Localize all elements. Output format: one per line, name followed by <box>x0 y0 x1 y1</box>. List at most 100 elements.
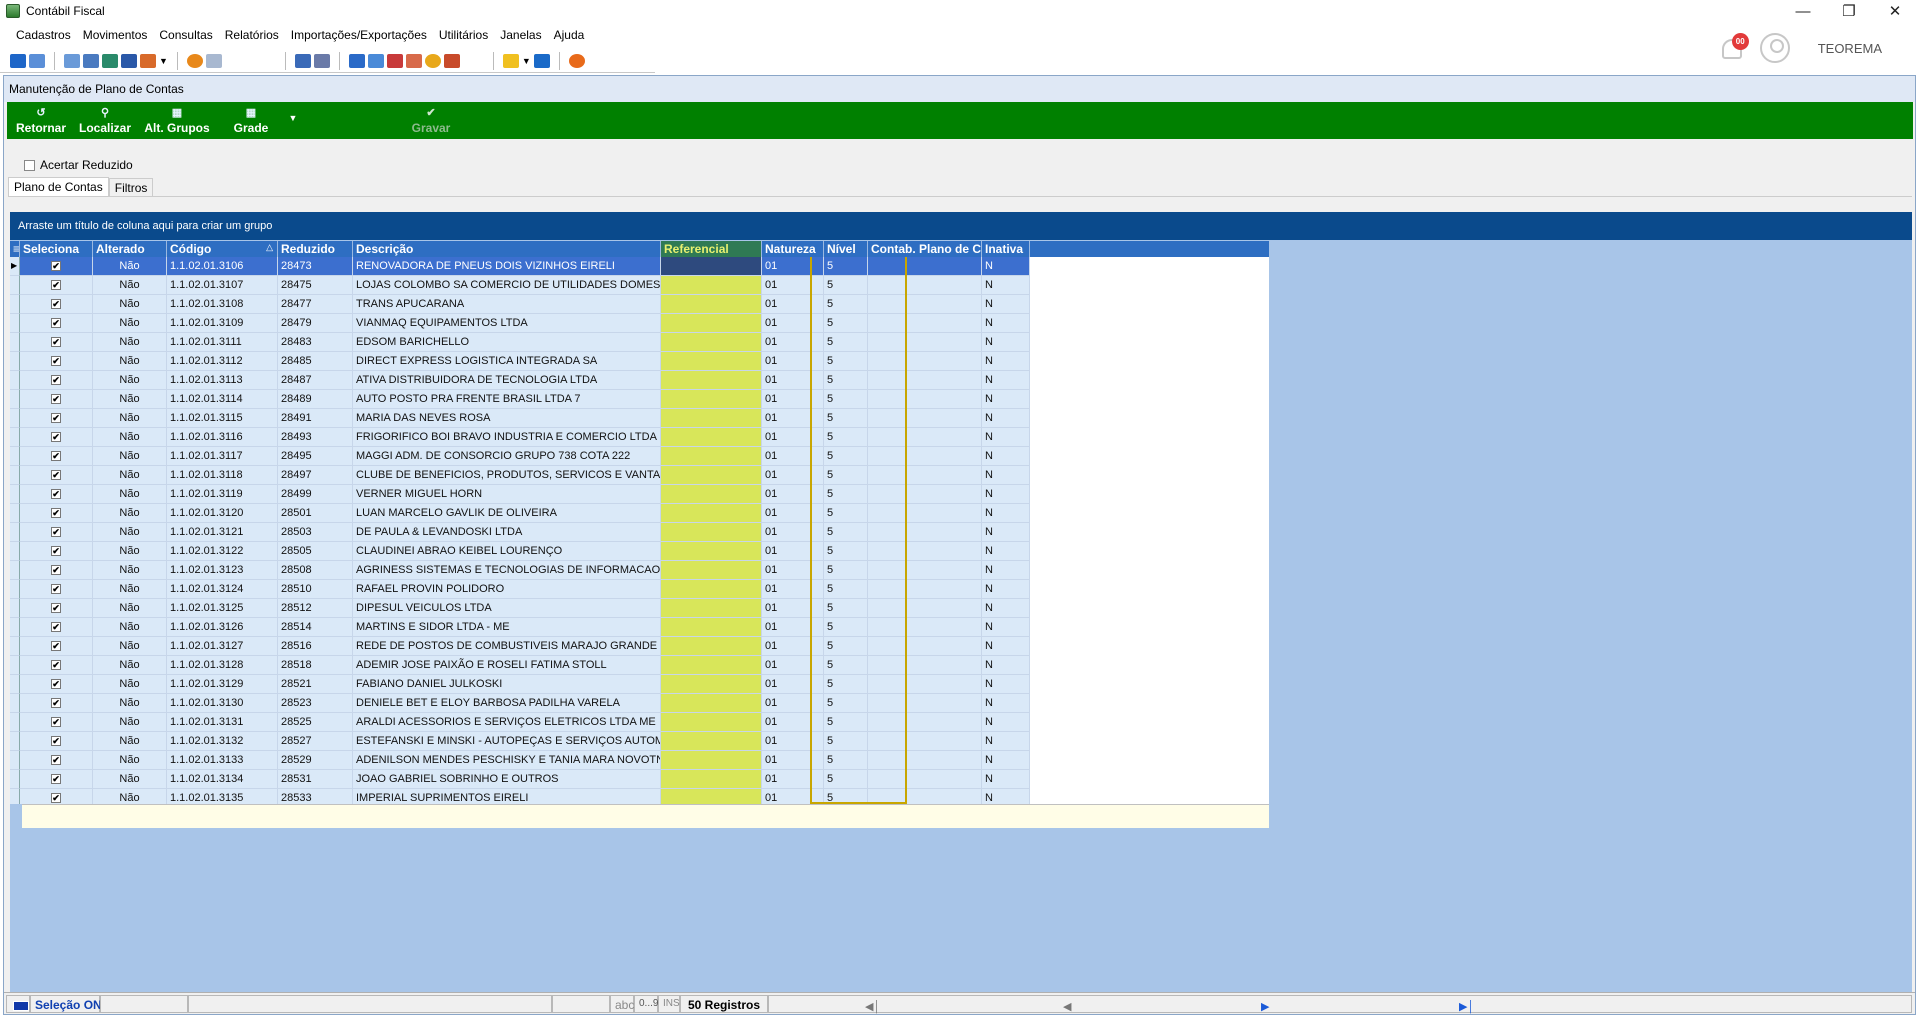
nivel-cell[interactable]: 5 <box>824 618 868 637</box>
row-indicator[interactable] <box>10 504 20 523</box>
descricao-cell[interactable]: LOJAS COLOMBO SA COMERCIO DE UTILIDADES … <box>353 276 661 295</box>
descricao-cell[interactable]: FRIGORIFICO BOI BRAVO INDUSTRIA E COMERC… <box>353 428 661 447</box>
row-indicator[interactable] <box>10 789 20 804</box>
inativa-cell[interactable]: N <box>982 276 1030 295</box>
table-row[interactable]: ✔ Não 1.1.02.01.3134 28531 JOAO GABRIEL SOBR… <box>10 770 1269 789</box>
natureza-cell[interactable]: 01 <box>762 295 824 314</box>
seleciona-checkbox[interactable]: ✔ <box>20 390 93 409</box>
contab-custo-cell[interactable] <box>868 751 982 770</box>
reduzido-cell[interactable]: 28531 <box>278 770 353 789</box>
table-row[interactable]: ✔ Não 1.1.02.01.3127 28516 REDE DE POSTOS DE… <box>10 637 1269 656</box>
inativa-cell[interactable]: N <box>982 428 1030 447</box>
nivel-cell[interactable]: 5 <box>824 751 868 770</box>
codigo-cell[interactable]: 1.1.02.01.3130 <box>167 694 278 713</box>
nivel-cell[interactable]: 5 <box>824 675 868 694</box>
nivel-cell[interactable]: 5 <box>824 314 868 333</box>
localizar-button[interactable]: ⚲ Localizar <box>75 102 135 139</box>
referencial-cell[interactable] <box>661 656 762 675</box>
referencial-cell[interactable] <box>661 732 762 751</box>
seleciona-checkbox[interactable]: ✔ <box>20 276 93 295</box>
table-row[interactable]: ✔ Não 1.1.02.01.3130 28523 DENIELE BET E ELO… <box>10 694 1269 713</box>
check-icon[interactable]: ✔ <box>51 546 61 556</box>
seleciona-checkbox[interactable]: ✔ <box>20 732 93 751</box>
prev-record-icon[interactable]: ◀ <box>1063 1000 1071 1013</box>
alterado-cell[interactable]: Não <box>93 656 167 675</box>
contab-custo-cell[interactable] <box>868 295 982 314</box>
descricao-cell[interactable]: ESTEFANSKI E MINSKI - AUTOPEÇAS E SERVIÇ… <box>353 732 661 751</box>
seleciona-checkbox[interactable]: ✔ <box>20 466 93 485</box>
row-indicator[interactable] <box>10 371 20 390</box>
reduzido-cell[interactable]: 28475 <box>278 276 353 295</box>
row-indicator[interactable] <box>10 447 20 466</box>
alterado-cell[interactable]: Não <box>93 333 167 352</box>
referencial-cell[interactable] <box>661 618 762 637</box>
descricao-cell[interactable]: AGRINESS SISTEMAS E TECNOLOGIAS DE INFOR… <box>353 561 661 580</box>
natureza-cell[interactable]: 01 <box>762 257 824 276</box>
contab-custo-cell[interactable] <box>868 466 982 485</box>
alterado-cell[interactable]: Não <box>93 580 167 599</box>
reduzido-cell[interactable]: 28499 <box>278 485 353 504</box>
check-icon[interactable]: ✔ <box>51 717 61 727</box>
reduzido-cell[interactable]: 28514 <box>278 618 353 637</box>
nivel-cell[interactable]: 5 <box>824 637 868 656</box>
referencial-cell[interactable] <box>661 542 762 561</box>
contab-custo-cell[interactable] <box>868 618 982 637</box>
nivel-cell[interactable]: 5 <box>824 770 868 789</box>
inativa-cell[interactable]: N <box>982 580 1030 599</box>
grid-icon[interactable] <box>205 54 222 68</box>
contab-custo-cell[interactable] <box>868 257 982 276</box>
codigo-cell[interactable]: 1.1.02.01.3111 <box>167 333 278 352</box>
check-icon[interactable]: ✔ <box>51 489 61 499</box>
menu-movimentos[interactable]: Movimentos <box>77 28 154 42</box>
descricao-cell[interactable]: ARALDI ACESSORIOS E SERVIÇOS ELETRICOS L… <box>353 713 661 732</box>
grade-button[interactable]: ▦ Grade <box>219 102 283 139</box>
table-row[interactable]: ▶ ✔ Não 1.1.02.01.3106 28473 RENOVADORA DE PN… <box>10 257 1269 276</box>
row-indicator[interactable] <box>10 409 20 428</box>
nivel-cell[interactable]: 5 <box>824 561 868 580</box>
alterado-cell[interactable]: Não <box>93 390 167 409</box>
inativa-cell[interactable]: N <box>982 770 1030 789</box>
descricao-cell[interactable]: DE PAULA & LEVANDOSKI LTDA <box>353 523 661 542</box>
alterado-cell[interactable]: Não <box>93 504 167 523</box>
descricao-cell[interactable]: JOAO GABRIEL SOBRINHO E OUTROS <box>353 770 661 789</box>
alterado-cell[interactable]: Não <box>93 732 167 751</box>
referencial-cell[interactable] <box>661 428 762 447</box>
check-icon[interactable]: ✔ <box>51 698 61 708</box>
contab-custo-cell[interactable] <box>868 447 982 466</box>
check-icon[interactable]: ✔ <box>51 527 61 537</box>
natureza-cell[interactable]: 01 <box>762 599 824 618</box>
referencial-cell[interactable] <box>661 770 762 789</box>
referencial-cell[interactable] <box>661 276 762 295</box>
check-icon[interactable]: ✔ <box>51 337 61 347</box>
natureza-cell[interactable]: 01 <box>762 656 824 675</box>
referencial-cell[interactable] <box>661 466 762 485</box>
inativa-cell[interactable]: N <box>982 504 1030 523</box>
header-codigo[interactable]: Código △ <box>167 241 278 257</box>
row-indicator[interactable] <box>10 713 20 732</box>
header-reduzido[interactable]: Reduzido <box>278 241 353 257</box>
table-row[interactable]: ✔ Não 1.1.02.01.3133 28529 ADENILSON MENDES … <box>10 751 1269 770</box>
last-record-icon[interactable]: ▶│ <box>1459 1000 1474 1013</box>
descricao-cell[interactable]: MARIA DAS NEVES ROSA <box>353 409 661 428</box>
nivel-cell[interactable]: 5 <box>824 542 868 561</box>
header-indicator[interactable]: ≡ <box>10 241 20 257</box>
seleciona-checkbox[interactable]: ✔ <box>20 637 93 656</box>
check-icon[interactable]: ✔ <box>51 736 61 746</box>
codigo-cell[interactable]: 1.1.02.01.3134 <box>167 770 278 789</box>
codigo-cell[interactable]: 1.1.02.01.3120 <box>167 504 278 523</box>
header-inativa[interactable]: Inativa <box>982 241 1030 257</box>
referencial-cell[interactable] <box>661 295 762 314</box>
codigo-cell[interactable]: 1.1.02.01.3132 <box>167 732 278 751</box>
clock-icon[interactable] <box>424 54 441 68</box>
check-icon[interactable]: ✔ <box>51 584 61 594</box>
dropdown-arrow-icon[interactable]: ▼ <box>522 56 531 66</box>
star-icon[interactable] <box>502 54 519 68</box>
referencial-cell[interactable] <box>661 789 762 804</box>
codigo-cell[interactable]: 1.1.02.01.3116 <box>167 428 278 447</box>
inativa-cell[interactable]: N <box>982 637 1030 656</box>
row-indicator[interactable] <box>10 751 20 770</box>
row-indicator[interactable] <box>10 352 20 371</box>
row-indicator[interactable] <box>10 295 20 314</box>
group-by-area[interactable]: Arraste um título de coluna aqui para cr… <box>10 212 1912 240</box>
alterado-cell[interactable]: Não <box>93 295 167 314</box>
